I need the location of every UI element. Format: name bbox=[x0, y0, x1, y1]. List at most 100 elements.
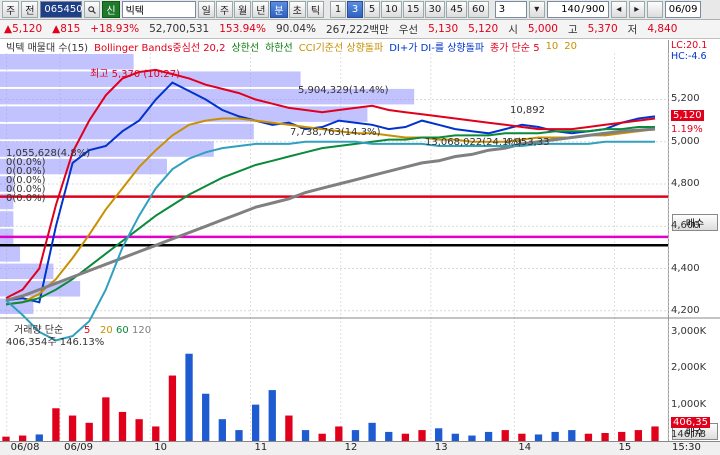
pref-label: 우선 bbox=[398, 23, 419, 36]
tab-period-4[interactable]: 분 bbox=[270, 1, 288, 18]
annotation-9: 4,953,33 bbox=[505, 137, 550, 148]
legend-item-6: 종가 단순 5 bbox=[490, 43, 540, 53]
ratio-2: 90.04% bbox=[275, 23, 316, 35]
volume-bar-17 bbox=[285, 415, 293, 441]
pref-price: 5,130 bbox=[428, 23, 459, 35]
ratio-1: 153.94% bbox=[219, 23, 266, 35]
minute-tabs: 1 3 5 10 15 30 45 60 bbox=[330, 1, 489, 18]
stock-name-field[interactable]: 빅텍 bbox=[121, 1, 196, 18]
time-tick-7: 15 bbox=[618, 442, 632, 453]
legend-item-2: 상한선 bbox=[231, 43, 260, 53]
amount-value: 267,222백만 bbox=[326, 23, 389, 36]
time-tick-8: 15:30 bbox=[672, 442, 701, 453]
tab-minute-60[interactable]: 60 bbox=[467, 1, 489, 18]
chart-svg[interactable]: 최고 5,370 (10:27)1,055,628(4.8%)0(0.0%)0(… bbox=[0, 53, 720, 441]
tab-minute-1[interactable]: 1 bbox=[330, 1, 347, 18]
volume-profile-bar-10 bbox=[0, 123, 254, 140]
time-tick-1: 06/09 bbox=[64, 442, 93, 453]
legend-item-7: 10 bbox=[545, 41, 559, 52]
time-tick-6: 14 bbox=[518, 442, 532, 453]
chevron-down-icon[interactable]: ▾ bbox=[528, 1, 545, 18]
annotation-11: 10,892 bbox=[510, 105, 545, 116]
annotation-0: 최고 5,370 (10:27) bbox=[90, 68, 180, 80]
tab-minute-30[interactable]: 30 bbox=[424, 1, 446, 18]
indicator-legend: 빅텍 매물대 수(15) Bollinger Bands중심선 20,2 상한선 하한… bbox=[0, 40, 668, 53]
volume-bar-13 bbox=[218, 419, 226, 441]
volume-ma-60: 60 bbox=[116, 325, 129, 336]
volume-bar-14 bbox=[235, 430, 243, 441]
toolbar: 주 전 065450 신 빅텍 일주월년분초틱 1 3 5 10 15 30 45 60 3 … bbox=[0, 0, 720, 20]
tab-period-0[interactable]: 일 bbox=[197, 1, 215, 18]
magnifier-icon[interactable] bbox=[84, 1, 101, 18]
time-tick-3: 11 bbox=[254, 442, 268, 453]
volume-bar-3 bbox=[52, 408, 60, 441]
volume-bar-30 bbox=[501, 430, 509, 441]
legend-item-0: 빅텍 매물대 수(15) bbox=[6, 43, 89, 53]
tab-minute-3[interactable]: 3 bbox=[347, 1, 364, 18]
volume-bar-31 bbox=[518, 433, 526, 441]
volume-profile-bar-3 bbox=[0, 246, 21, 262]
volume-bar-35 bbox=[584, 433, 593, 441]
date-field[interactable]: 06/09 bbox=[664, 1, 701, 18]
menu-button-2[interactable]: 전 bbox=[21, 1, 39, 18]
volume-bar-15 bbox=[251, 404, 260, 441]
tab-minute-5[interactable]: 5 bbox=[364, 1, 381, 18]
price-change: ▲815 bbox=[52, 23, 81, 35]
annotation-10: 5,904,329(14.4%) bbox=[298, 85, 389, 96]
tab-period-1[interactable]: 주 bbox=[215, 1, 234, 18]
volume-bar-12 bbox=[202, 393, 210, 441]
volume-bar-22 bbox=[368, 422, 376, 441]
time-tick-2: 10 bbox=[154, 442, 168, 453]
chart-area[interactable]: 최고 5,370 (10:27) 1,055,628(4.8%) 0(0.0%) 0(… bbox=[0, 53, 720, 441]
volume-bar-36 bbox=[601, 433, 609, 441]
tab-minute-45[interactable]: 45 bbox=[446, 1, 467, 18]
volume-profile-bar-14 bbox=[0, 54, 134, 70]
volume-bar-7 bbox=[118, 411, 127, 441]
volume-value: 52,700,531 bbox=[149, 23, 210, 35]
volume-bar-20 bbox=[335, 426, 343, 441]
high-label: 고 bbox=[567, 23, 578, 36]
interval-select[interactable]: 3 bbox=[494, 1, 527, 18]
period-tabs: 일주월년분초틱 bbox=[197, 1, 325, 18]
volume-bar-16 bbox=[268, 390, 276, 441]
time-axis: 06/08 06/09 10 11 12 13 14 15 15:30 bbox=[0, 441, 720, 455]
volume-ma-20: 20 bbox=[100, 325, 113, 336]
volume-value: 406,354주 146.13% bbox=[6, 337, 104, 348]
volume-bar-18 bbox=[301, 430, 310, 441]
tab-minute-15[interactable]: 15 bbox=[402, 1, 424, 18]
volume-bar-8 bbox=[135, 419, 143, 441]
volume-bar-25 bbox=[418, 430, 426, 441]
annotation-8: 7,738,763(14.3%) bbox=[290, 127, 381, 138]
high-price: 5,370 bbox=[587, 23, 618, 35]
time-tick-4: 12 bbox=[344, 442, 358, 453]
quote-bar: ▲5,120 ▲815 +18.93% 52,700,531 153.94% 9… bbox=[0, 20, 720, 39]
menu-button-1[interactable]: 주 bbox=[2, 1, 20, 18]
price-change-pct: +18.93% bbox=[90, 23, 140, 35]
checkbox[interactable] bbox=[646, 1, 663, 18]
open-label: 시 bbox=[508, 23, 518, 36]
legend-right-top: LC:20.1 bbox=[671, 40, 708, 51]
volume-bar-6 bbox=[102, 397, 110, 441]
volume-bar-38 bbox=[634, 430, 643, 441]
tab-period-2[interactable]: 월 bbox=[234, 1, 252, 18]
stock-code-input[interactable]: 065450 bbox=[40, 1, 83, 18]
volume-ma-120: 120 bbox=[132, 325, 151, 336]
volume-bar-34 bbox=[568, 430, 576, 441]
volume-bar-33 bbox=[551, 431, 559, 441]
volume-bar-27 bbox=[451, 433, 459, 441]
volume-bar-26 bbox=[435, 428, 443, 441]
tab-period-5[interactable]: 초 bbox=[288, 1, 306, 18]
prev-icon[interactable]: ◂ bbox=[610, 1, 627, 18]
volume-bar-21 bbox=[351, 430, 360, 441]
legend-item-3: 하한선 bbox=[265, 43, 293, 53]
volume-bar-11 bbox=[185, 353, 193, 441]
volume-bar-10 bbox=[168, 375, 177, 441]
tab-period-3[interactable]: 년 bbox=[252, 1, 270, 18]
volume-bar-19 bbox=[318, 433, 326, 441]
open-price: 5,000 bbox=[527, 23, 558, 35]
next-icon[interactable]: ▸ bbox=[628, 1, 645, 18]
tab-minute-10[interactable]: 10 bbox=[381, 1, 402, 18]
count-field[interactable]: 140/900 bbox=[546, 1, 609, 18]
tab-period-6[interactable]: 틱 bbox=[306, 1, 325, 18]
annotation-6: 0(0.0%) bbox=[6, 193, 46, 204]
